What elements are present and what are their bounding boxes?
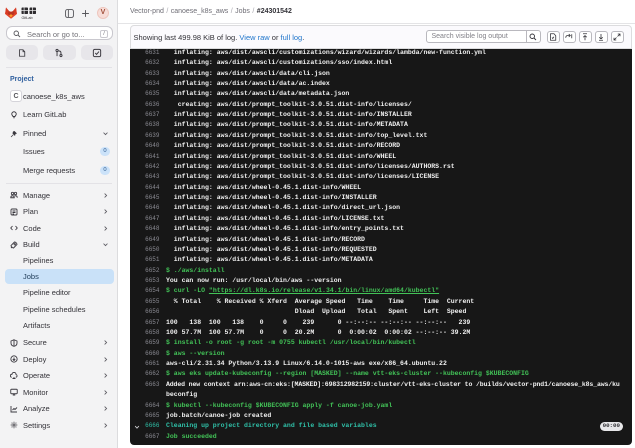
svg-text:GitLab: GitLab <box>22 16 33 20</box>
